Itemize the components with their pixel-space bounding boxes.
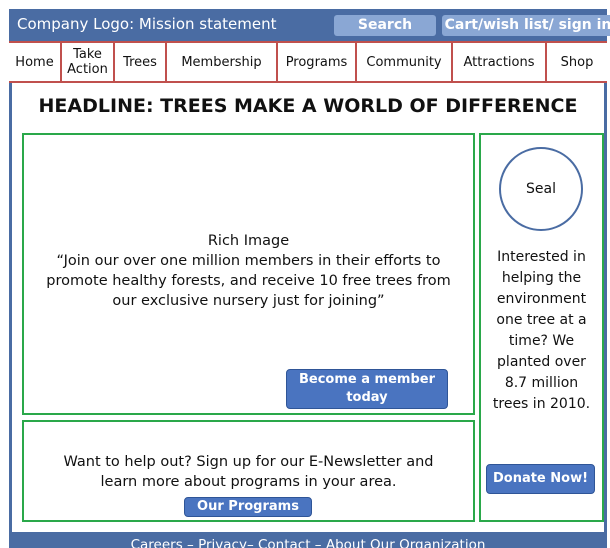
newsletter-line: learn more about programs in your area. [100,474,397,490]
nav-label: Membership [181,54,262,70]
cart-signin-button[interactable]: Cart/wish list/ sign in [442,15,610,36]
quote-line: our exclusive nursery just for joining” [112,293,385,309]
nav-label: Attractions [463,54,535,70]
search-button[interactable]: Search [334,15,436,36]
sidebar-line: one tree at a [496,312,587,328]
button-label-line: Become a member [299,372,435,387]
rich-image-text: Rich Image “Join our over one million me… [24,231,473,311]
nav-label: Home [15,54,54,70]
company-logo-mission[interactable]: Company Logo: Mission statement [17,15,277,33]
newsletter-panel: Want to help out? Sign up for our E-News… [22,420,475,522]
rich-image-panel[interactable]: Rich Image “Join our over one million me… [22,133,475,415]
nav-item-attractions[interactable]: Attractions [451,41,545,81]
nav-label: Programs [285,54,348,70]
quote-line: “Join our over one million members in th… [56,253,441,269]
seal-label: Seal [526,181,556,197]
nav-item-home[interactable]: Home [9,41,60,81]
nav-item-shop[interactable]: Shop [545,41,607,81]
sidebar-panel: Seal Interested in helping the environme… [479,133,604,522]
rich-image-title: Rich Image [207,233,290,249]
become-member-button[interactable]: Become a member today [286,369,448,409]
quote-line: promote healthy forests, and receive 10 … [46,273,451,289]
sidebar-line: time? We [508,333,575,349]
donate-now-button[interactable]: Donate Now! [486,464,595,494]
our-programs-button[interactable]: Our Programs [184,497,312,517]
nav-item-membership[interactable]: Membership [165,41,276,81]
newsletter-line: Want to help out? Sign up for our E-News… [63,454,434,470]
sidebar-line: environment [496,291,587,307]
nav-label: Trees [123,54,157,70]
nav-item-trees[interactable]: Trees [113,41,165,81]
sidebar-line: Interested in [497,249,586,265]
footer-links[interactable]: Careers – Privacy– Contact – About Our O… [9,532,607,548]
sidebar-text: Interested in helping the environment on… [481,247,602,415]
main-nav: Home Take Action Trees Membership Progra… [9,41,607,83]
sidebar-line: helping the [501,270,582,286]
nav-item-take-action[interactable]: Take Action [60,41,113,81]
nav-label: Shop [560,54,594,70]
newsletter-text: Want to help out? Sign up for our E-News… [24,452,473,492]
seal-badge: Seal [499,147,583,231]
header-bar: Company Logo: Mission statement Search C… [9,9,610,41]
sidebar-line: 8.7 million [504,375,579,391]
nav-label: Take Action [67,47,108,77]
sidebar-line: trees in 2010. [492,396,591,412]
button-label-line: today [346,390,388,405]
nav-label: Community [366,54,442,70]
sidebar-line: planted over [497,354,586,370]
page-headline: HEADLINE: TREES MAKE A WORLD OF DIFFEREN… [38,95,578,117]
nav-item-programs[interactable]: Programs [276,41,355,81]
nav-item-community[interactable]: Community [355,41,451,81]
